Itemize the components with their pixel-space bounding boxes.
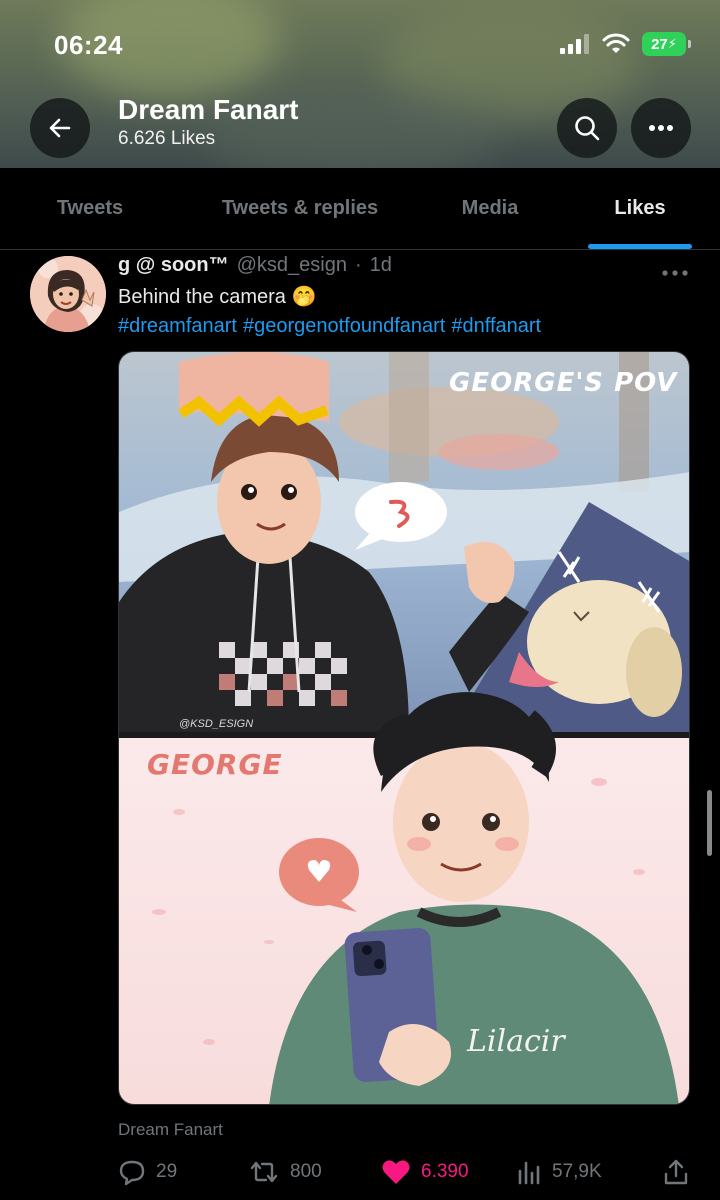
hashtag-link[interactable]: #dreamfanart bbox=[118, 312, 237, 341]
reply-count: 29 bbox=[156, 1161, 178, 1182]
header-title-block: Dream Fanart 6.626 Likes bbox=[118, 94, 299, 150]
share-icon bbox=[664, 1159, 688, 1185]
tweet-more-button[interactable] bbox=[660, 260, 690, 283]
hashtag-link[interactable]: #dnffanart bbox=[451, 312, 541, 341]
tab-likes[interactable]: Likes bbox=[560, 168, 720, 249]
more-options-button[interactable] bbox=[631, 98, 691, 158]
tweet-hashtags: #dreamfanart #georgenotfoundfanart #dnff… bbox=[118, 312, 541, 341]
wifi-icon bbox=[602, 33, 630, 53]
profile-header: 06:24 27 ⚡ Dream Fanart 6.626 Likes bbox=[0, 0, 720, 168]
retweet-button[interactable]: 800 bbox=[248, 1158, 322, 1186]
status-bar: 06:24 27 ⚡ bbox=[0, 0, 720, 90]
tweet-actions: 29 800 6.390 57,9K bbox=[118, 1154, 688, 1190]
more-horizontal-icon bbox=[662, 270, 688, 276]
profile-tabs: Tweets Tweets & replies Media Likes bbox=[0, 168, 720, 250]
like-count: 6.390 bbox=[421, 1161, 469, 1182]
reply-icon bbox=[119, 1160, 145, 1186]
tweet-source-label[interactable]: Dream Fanart bbox=[118, 1120, 223, 1140]
share-button[interactable] bbox=[663, 1158, 689, 1186]
tweet-text: Behind the camera 🤭 bbox=[118, 286, 317, 308]
arrow-left-icon bbox=[49, 118, 71, 138]
more-horizontal-icon bbox=[649, 125, 673, 131]
views-chart-icon bbox=[518, 1161, 540, 1185]
like-button[interactable]: 6.390 bbox=[381, 1158, 469, 1186]
tab-tweets[interactable]: Tweets bbox=[0, 168, 180, 249]
tweet-header: g @ soon™ @ksd_esign · 1d bbox=[118, 254, 392, 277]
status-time: 06:24 bbox=[54, 30, 123, 60]
hashtag-link[interactable]: #georgenotfoundfanart bbox=[243, 312, 445, 341]
charging-icon: ⚡ bbox=[667, 36, 677, 51]
status-icons: 27 ⚡ bbox=[560, 32, 691, 56]
tab-label: Media bbox=[461, 197, 519, 219]
tweet-media-image[interactable]: GEORGE'S POV GEORGE @KSD_ESIGN Lilacir bbox=[118, 351, 690, 1105]
tab-tweets-replies[interactable]: Tweets & replies bbox=[180, 168, 420, 249]
signal-icon bbox=[560, 34, 589, 54]
active-tab-indicator bbox=[588, 244, 692, 249]
separator-dot: · bbox=[354, 254, 362, 276]
author-name[interactable]: g @ soon™ bbox=[118, 254, 229, 277]
scrollbar[interactable] bbox=[707, 790, 712, 856]
tweet-age[interactable]: 1d bbox=[370, 254, 392, 277]
image-caption-top: GEORGE'S POV bbox=[449, 368, 678, 398]
avatar-illustration bbox=[30, 256, 106, 332]
heart-filled-icon bbox=[382, 1160, 410, 1184]
tab-label: Likes bbox=[614, 197, 666, 219]
retweet-count: 800 bbox=[290, 1161, 322, 1182]
tweet[interactable]: g @ soon™ @ksd_esign · 1d Behind the cam… bbox=[0, 250, 720, 1200]
reply-button[interactable]: 29 bbox=[118, 1158, 177, 1186]
author-handle[interactable]: @ksd_esign bbox=[237, 254, 347, 277]
tab-label: Tweets & replies bbox=[221, 197, 379, 219]
page-title: Dream Fanart bbox=[118, 94, 299, 125]
battery-indicator: 27 ⚡ bbox=[642, 32, 691, 56]
search-button[interactable] bbox=[557, 98, 617, 158]
views-count: 57,9K bbox=[552, 1161, 602, 1182]
image-caption-bottom: GEORGE bbox=[147, 748, 283, 781]
views-button[interactable]: 57,9K bbox=[516, 1159, 602, 1185]
search-icon bbox=[575, 116, 600, 141]
tab-media[interactable]: Media bbox=[420, 168, 560, 249]
likes-count-subtitle: 6.626 Likes bbox=[118, 128, 216, 149]
sweater-text: Lilacir bbox=[467, 1024, 565, 1059]
retweet-icon bbox=[250, 1161, 278, 1183]
artist-signature: @KSD_ESIGN bbox=[179, 718, 254, 730]
battery-level: 27 bbox=[651, 35, 668, 53]
avatar[interactable] bbox=[30, 256, 106, 332]
tab-label: Tweets bbox=[56, 197, 124, 219]
back-button[interactable] bbox=[30, 98, 90, 158]
